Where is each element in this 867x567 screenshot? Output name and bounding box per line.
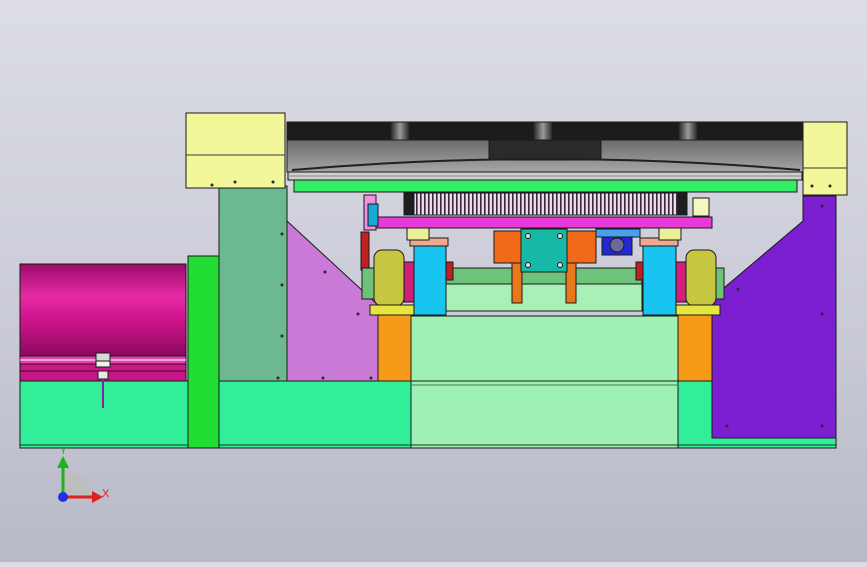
- left-cylinder: [19, 263, 187, 357]
- center-housing: [445, 282, 643, 312]
- rail-clamp-left: [406, 227, 430, 241]
- x-axis-label: X: [102, 488, 110, 500]
- gear-rack-end-left: [403, 192, 415, 216]
- cyan-block-left: [413, 243, 447, 316]
- right-olive-motor: [675, 249, 721, 316]
- tall-green-bar: [187, 255, 220, 449]
- top-roller-3: [677, 121, 699, 141]
- left-fitting-red: [360, 231, 370, 271]
- gear-clamp: [692, 197, 710, 217]
- base-plate-center: [410, 380, 679, 449]
- blue-motor: [595, 228, 641, 256]
- red-pin-right: [635, 261, 644, 281]
- left-fitting-teal: [367, 203, 379, 227]
- right-side-plate: [711, 195, 837, 439]
- red-pin-left: [445, 261, 454, 281]
- base-plate-mid-left: [218, 380, 412, 449]
- y-axis-arrowhead: [57, 456, 69, 468]
- magenta-support-bar: [374, 216, 713, 229]
- center-base-block: [410, 315, 679, 382]
- cyan-block-right: [642, 243, 677, 316]
- y-axis-label: Y: [60, 446, 67, 457]
- top-roller-2: [532, 121, 554, 141]
- top-right-yellow-block: [802, 121, 848, 196]
- rail-clamp-right: [658, 227, 682, 241]
- axis-triad: X Y: [57, 446, 110, 503]
- gear-rack: [403, 192, 688, 216]
- top-roller-1: [389, 121, 411, 141]
- top-green-rail: [293, 179, 798, 193]
- orange-block-left: [377, 311, 412, 382]
- cad-viewport[interactable]: X Y: [0, 0, 867, 562]
- orange-block-right: [677, 311, 713, 382]
- origin-dot: [58, 492, 68, 502]
- top-cover-center-dark: [488, 139, 602, 161]
- top-left-yellow-block: [185, 112, 286, 189]
- left-column: [218, 185, 288, 382]
- cad-model-view: X Y: [19, 112, 848, 503]
- gear-rack-end-right: [677, 192, 688, 216]
- left-olive-motor: [369, 249, 415, 316]
